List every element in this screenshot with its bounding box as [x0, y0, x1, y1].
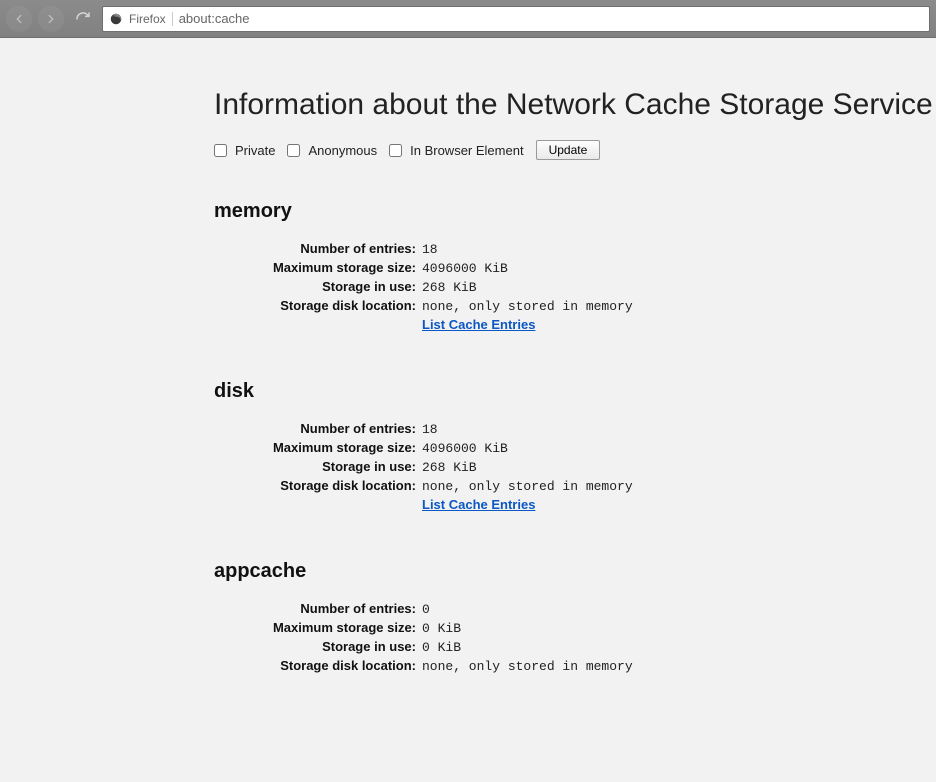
back-button[interactable]: [6, 6, 32, 32]
page-content: Information about the Network Cache Stor…: [0, 38, 936, 782]
value-max-storage: 4096000 KiB: [422, 441, 508, 456]
list-cache-entries-link[interactable]: List Cache Entries: [422, 317, 535, 332]
section-appcache: appcache Number of entries: 0 Maximum st…: [214, 560, 936, 674]
table-row: List Cache Entries: [214, 497, 936, 512]
value-max-storage: 0 KiB: [422, 621, 461, 636]
label-max-storage: Maximum storage size:: [214, 260, 422, 275]
value-num-entries: 0: [422, 602, 430, 617]
value-storage-loc: none, only stored in memory: [422, 299, 633, 314]
value-num-entries: 18: [422, 422, 438, 437]
table-row: Number of entries: 18: [214, 421, 936, 437]
label-storage-in-use: Storage in use:: [214, 639, 422, 654]
section-memory: memory Number of entries: 18 Maximum sto…: [214, 200, 936, 332]
url-text: about:cache: [179, 11, 250, 26]
label-storage-loc: Storage disk location:: [214, 478, 422, 493]
table-row: Storage disk location: none, only stored…: [214, 298, 936, 314]
label-num-entries: Number of entries:: [214, 241, 422, 256]
section-appcache-title: appcache: [214, 560, 936, 583]
section-memory-title: memory: [214, 200, 936, 223]
value-storage-in-use: 0 KiB: [422, 640, 461, 655]
url-bar[interactable]: Firefox about:cache: [102, 6, 930, 32]
label-num-entries: Number of entries:: [214, 421, 422, 436]
anonymous-label: Anonymous: [308, 143, 377, 158]
section-disk-title: disk: [214, 380, 936, 403]
label-storage-loc: Storage disk location:: [214, 298, 422, 313]
private-checkbox[interactable]: [214, 144, 227, 157]
label-storage-in-use: Storage in use:: [214, 459, 422, 474]
table-row: Number of entries: 0: [214, 601, 936, 617]
label-storage-in-use: Storage in use:: [214, 279, 422, 294]
firefox-icon: [109, 12, 123, 26]
label-max-storage: Maximum storage size:: [214, 440, 422, 455]
page-title: Information about the Network Cache Stor…: [214, 88, 936, 122]
reload-icon: [75, 11, 91, 27]
filter-controls: Private Anonymous In Browser Element Upd…: [214, 140, 936, 160]
section-disk: disk Number of entries: 18 Maximum stora…: [214, 380, 936, 512]
arrow-right-icon: [44, 12, 58, 26]
label-max-storage: Maximum storage size:: [214, 620, 422, 635]
table-row: Storage in use: 268 KiB: [214, 279, 936, 295]
table-row: Storage in use: 0 KiB: [214, 639, 936, 655]
table-row: Storage in use: 268 KiB: [214, 459, 936, 475]
label-num-entries: Number of entries:: [214, 601, 422, 616]
update-button[interactable]: Update: [536, 140, 601, 160]
label-storage-loc: Storage disk location:: [214, 658, 422, 673]
value-storage-in-use: 268 KiB: [422, 460, 477, 475]
value-num-entries: 18: [422, 242, 438, 257]
inbrowser-checkbox[interactable]: [389, 144, 402, 157]
value-max-storage: 4096000 KiB: [422, 261, 508, 276]
table-row: Maximum storage size: 4096000 KiB: [214, 440, 936, 456]
value-storage-loc: none, only stored in memory: [422, 659, 633, 674]
identity-label: Firefox: [129, 12, 173, 26]
forward-button[interactable]: [38, 6, 64, 32]
list-cache-entries-link[interactable]: List Cache Entries: [422, 497, 535, 512]
anonymous-checkbox[interactable]: [287, 144, 300, 157]
table-row: List Cache Entries: [214, 317, 936, 332]
table-row: Storage disk location: none, only stored…: [214, 478, 936, 494]
private-label: Private: [235, 143, 275, 158]
table-row: Storage disk location: none, only stored…: [214, 658, 936, 674]
browser-toolbar: Firefox about:cache: [0, 0, 936, 38]
inbrowser-label: In Browser Element: [410, 143, 523, 158]
table-row: Maximum storage size: 4096000 KiB: [214, 260, 936, 276]
value-storage-loc: none, only stored in memory: [422, 479, 633, 494]
reload-button[interactable]: [70, 6, 96, 32]
value-storage-in-use: 268 KiB: [422, 280, 477, 295]
table-row: Maximum storage size: 0 KiB: [214, 620, 936, 636]
arrow-left-icon: [12, 12, 26, 26]
table-row: Number of entries: 18: [214, 241, 936, 257]
